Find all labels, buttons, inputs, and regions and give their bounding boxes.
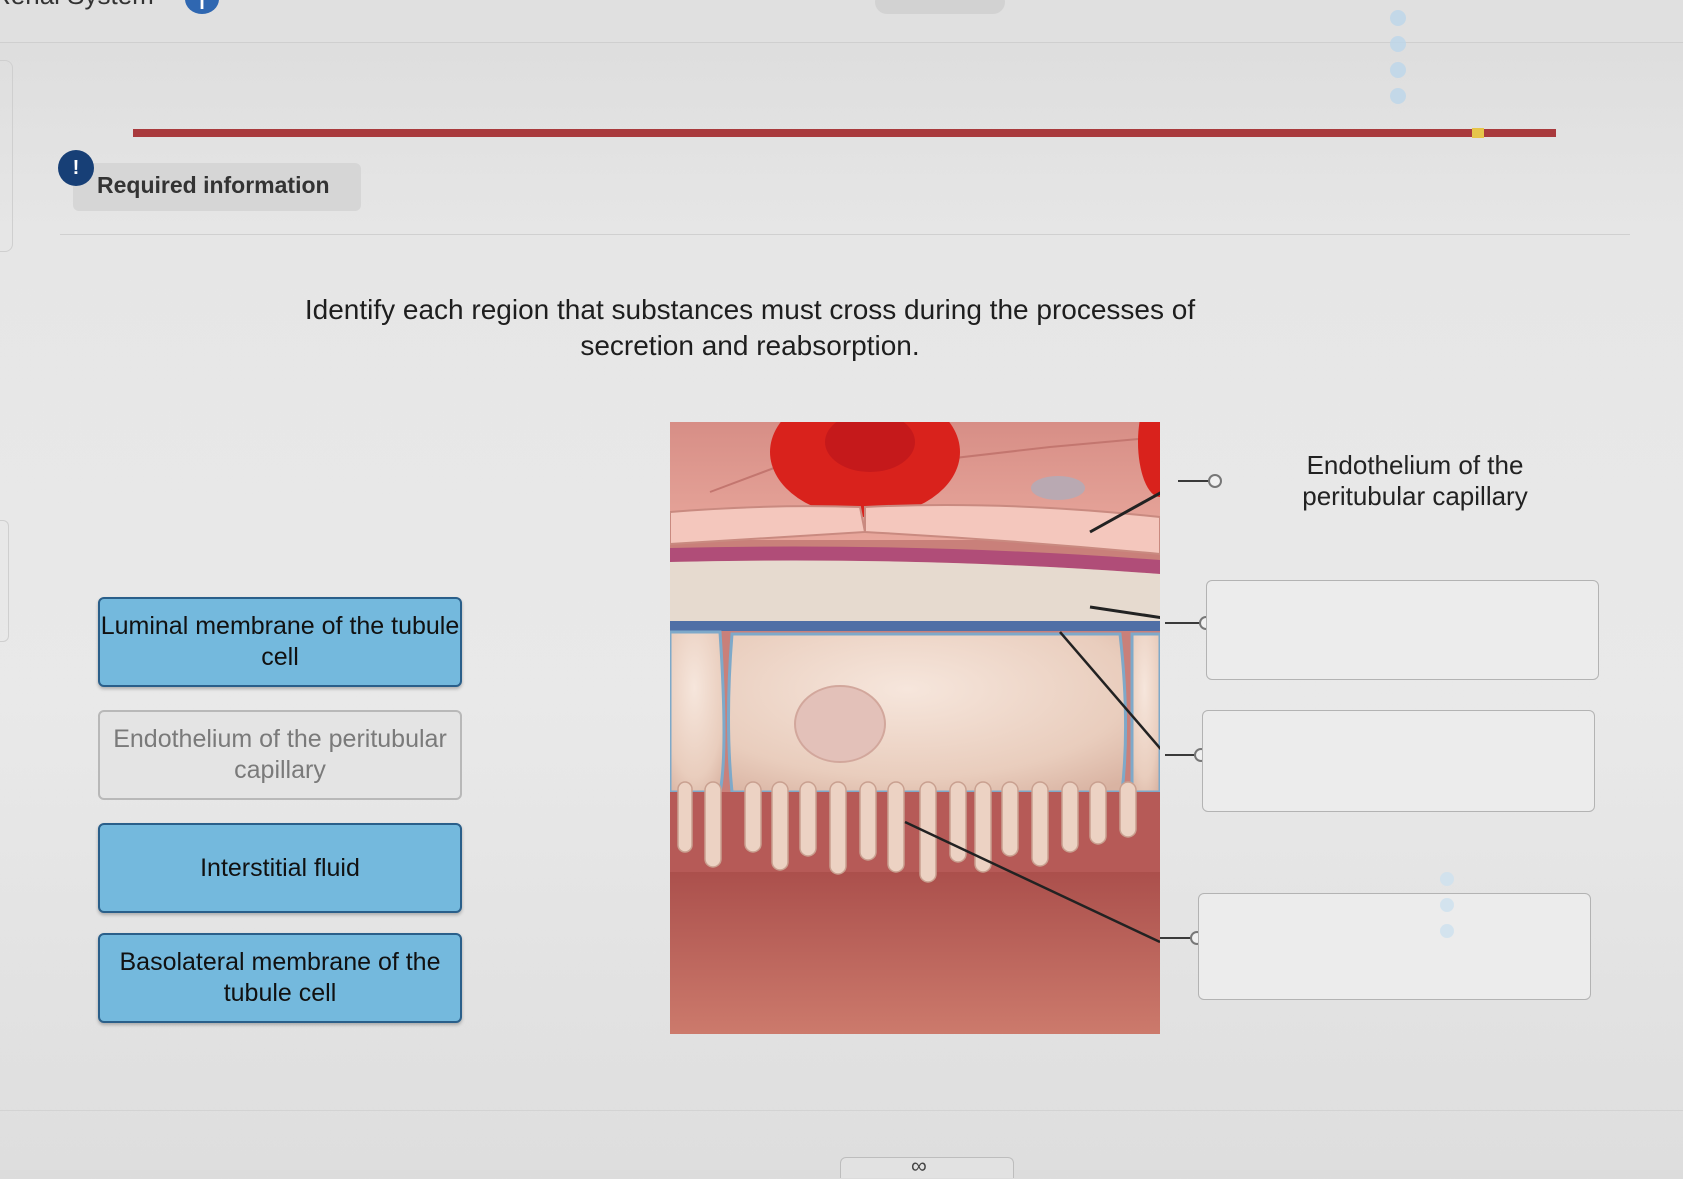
question-text: Identify each region that substances mus… — [304, 294, 1196, 361]
left-panel-edge — [0, 60, 13, 252]
drop-target-4[interactable] — [1198, 893, 1591, 1000]
assignment-title: Renal System — [0, 0, 154, 11]
connector-dot-1 — [1208, 474, 1222, 488]
alert-icon: ! — [58, 150, 94, 186]
top-pill-button[interactable] — [875, 0, 1005, 14]
tubule-capillary-illustration — [670, 422, 1160, 1034]
divider — [60, 234, 1630, 235]
label-basolateral-membrane[interactable]: Basolateral membrane of the tubule cell — [98, 933, 462, 1023]
target-1-placed-label[interactable]: Endothelium of the peritubular capillary — [1265, 450, 1565, 512]
required-info-label[interactable]: Required information — [97, 172, 330, 199]
drop-target-2[interactable] — [1206, 580, 1599, 680]
decorative-reflection-lower — [1440, 860, 1460, 970]
footer-divider — [0, 1110, 1683, 1111]
left-panel-edge-lower — [0, 520, 9, 642]
bottom-tab[interactable] — [840, 1157, 1014, 1178]
progress-marker — [1472, 128, 1484, 138]
label-interstitial-fluid[interactable]: Interstitial fluid — [98, 823, 462, 913]
label-luminal-membrane[interactable]: Luminal membrane of the tubule cell — [98, 597, 462, 687]
drop-target-3[interactable] — [1202, 710, 1595, 812]
link-icon[interactable]: ∞ — [911, 1153, 927, 1179]
info-icon[interactable]: i — [185, 0, 219, 14]
label-endothelium-used: Endothelium of the peritubular capillary — [98, 710, 462, 800]
top-bar: Renal System i — [0, 0, 1683, 43]
progress-bar — [133, 129, 1556, 137]
decorative-reflection — [1390, 0, 1410, 140]
